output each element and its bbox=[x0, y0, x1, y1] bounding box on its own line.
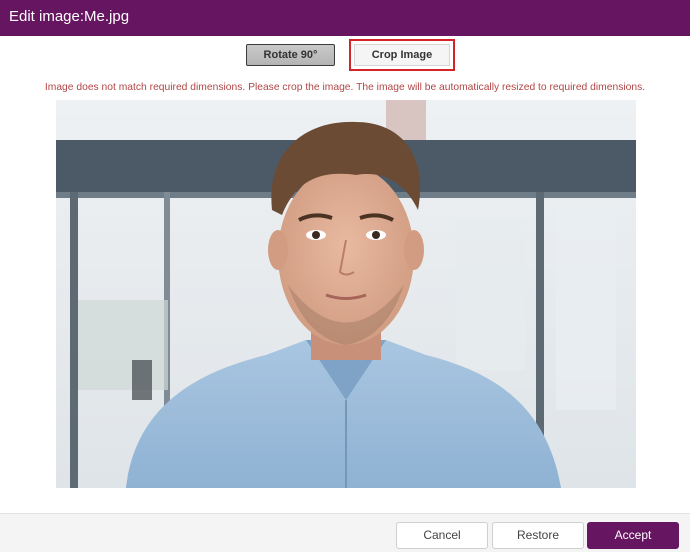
accept-button[interactable]: Accept bbox=[587, 522, 679, 549]
cancel-button[interactable]: Cancel bbox=[396, 522, 488, 549]
crop-image-button[interactable]: Crop Image bbox=[354, 44, 450, 66]
image-preview[interactable] bbox=[56, 100, 636, 488]
rotate-90-button[interactable]: Rotate 90° bbox=[246, 44, 335, 66]
dialog-title: Edit image:Me.jpg bbox=[9, 8, 130, 25]
crop-image-button-highlight[interactable]: Crop Image bbox=[349, 39, 455, 71]
dialog-title-bar: Edit image:Me.jpg bbox=[0, 0, 690, 36]
restore-button[interactable]: Restore bbox=[492, 522, 584, 549]
portrait-photo bbox=[56, 100, 636, 488]
dimension-warning-message: Image does not match required dimensions… bbox=[44, 82, 646, 93]
